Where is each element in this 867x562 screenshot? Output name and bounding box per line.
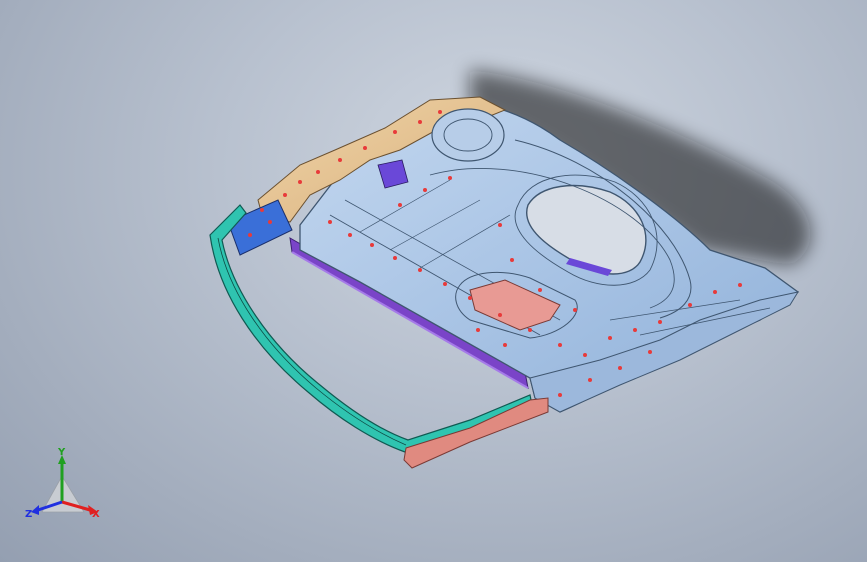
lower-seal <box>403 397 549 469</box>
car-door-assembly-model[interactable] <box>0 0 867 562</box>
graphics-viewport[interactable]: Y X Z <box>0 0 867 562</box>
triad-y-label: Y <box>57 447 66 458</box>
triad-icon: Y X Z <box>25 447 100 520</box>
triad-z-label: Z <box>25 509 32 520</box>
speaker-boss <box>431 108 505 162</box>
triad-x-label: X <box>92 509 100 520</box>
